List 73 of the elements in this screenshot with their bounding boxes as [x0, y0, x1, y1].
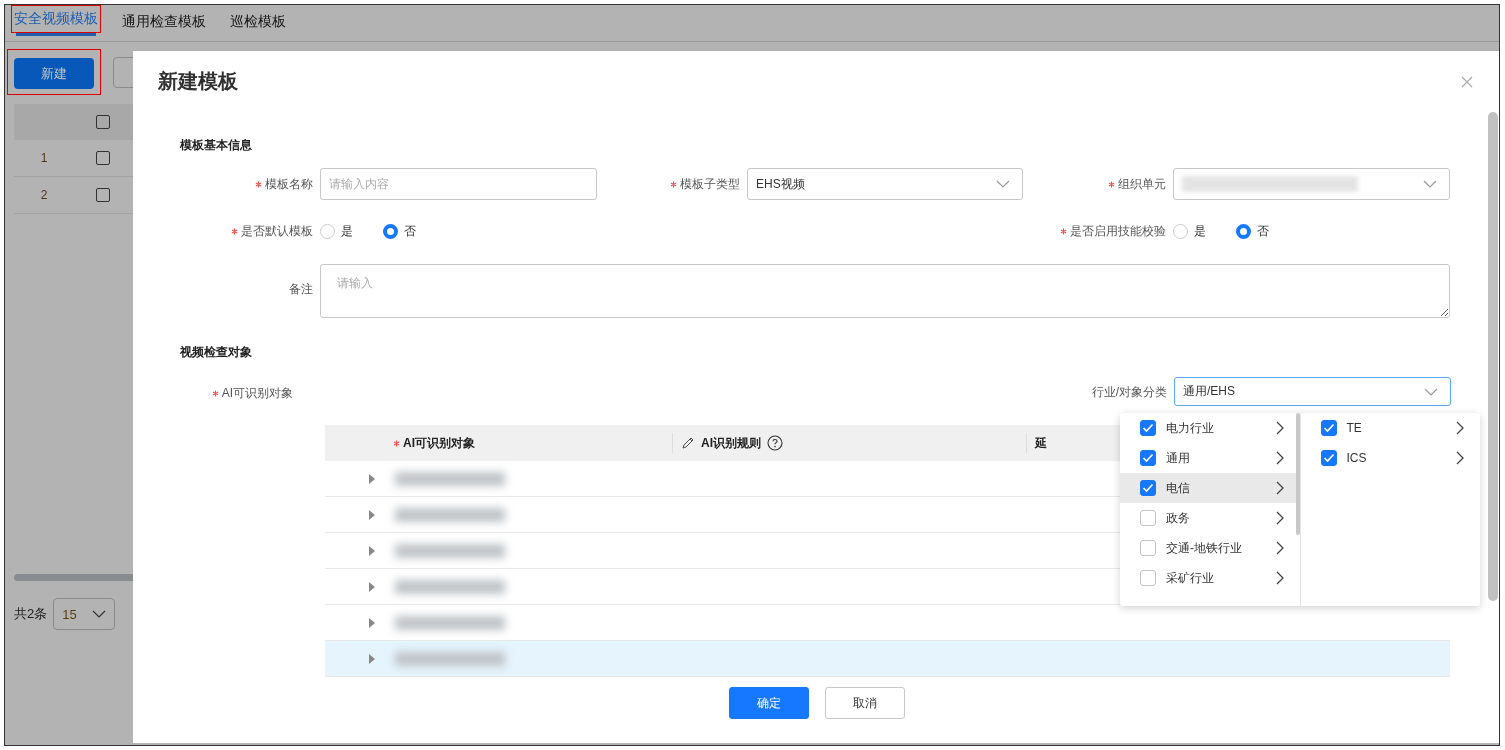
caret-right-icon — [367, 617, 377, 628]
checkbox[interactable] — [1320, 450, 1337, 466]
section-title: 模板基本信息 — [180, 137, 253, 153]
remark-text-area[interactable]: 请输入 — [320, 263, 1450, 318]
caret-right-icon — [367, 653, 377, 664]
chevron-down-icon — [92, 610, 107, 618]
menu-item[interactable]: 采矿行业 — [1120, 563, 1300, 593]
page-size-select[interactable]: 15 — [53, 598, 116, 630]
checkbox[interactable] — [1140, 420, 1156, 436]
menu-item[interactable]: 交通-地铁行业 — [1120, 533, 1300, 563]
new-button[interactable]: 新建 — [14, 58, 94, 89]
radio-label: 是 — [1194, 222, 1206, 240]
chevron-right-icon — [1275, 451, 1284, 465]
section-title: 视频检查对象 — [180, 344, 253, 360]
field-label: 是否启用技能校验 — [1070, 223, 1166, 238]
menu-item[interactable]: TE — [1300, 413, 1480, 443]
name-input-field[interactable]: 请输入内容 — [320, 168, 597, 200]
chevron-right-icon — [1456, 451, 1464, 465]
row-number: 2 — [39, 188, 49, 202]
caret-right-icon — [367, 509, 377, 520]
checkbox[interactable] — [96, 115, 110, 129]
table-row[interactable] — [325, 641, 1450, 677]
menu-scrollbar[interactable] — [1295, 413, 1300, 535]
cancel-button[interactable]: 取消 — [825, 687, 905, 719]
chevron-right-icon — [1275, 421, 1284, 435]
chevron-right-icon — [1275, 541, 1284, 555]
row-number: 1 — [39, 151, 49, 165]
chevron-right-icon — [1275, 511, 1284, 525]
tab[interactable]: 巡检模板 — [227, 5, 289, 44]
column-header: AI识别规则 — [701, 434, 761, 452]
checkbox[interactable] — [96, 151, 110, 165]
caret-right-icon — [367, 473, 377, 484]
menu-item[interactable]: 电力行业 — [1120, 413, 1300, 443]
category-select[interactable]: 通用/EHS — [1174, 377, 1451, 406]
chevron-right-icon — [1275, 571, 1284, 585]
subtype-select[interactable]: EHS视频 — [747, 168, 1023, 200]
chevron-down-icon — [996, 180, 1010, 188]
chevron-down-icon — [1424, 387, 1438, 396]
field-label: 组织单元 — [1118, 176, 1166, 191]
field-label: 模板名称 — [265, 176, 313, 191]
radio-label: 否 — [404, 222, 416, 240]
field-label: 模板子类型 — [680, 176, 740, 191]
help-icon — [767, 435, 783, 451]
checkbox[interactable] — [96, 188, 110, 202]
menu-item[interactable]: ICS — [1300, 443, 1480, 473]
confirm-button[interactable]: 确定 — [729, 687, 809, 719]
caret-right-icon — [367, 545, 377, 556]
field-label: 行业/对象分类 — [1091, 385, 1167, 399]
checkbox[interactable] — [1140, 480, 1156, 496]
radio-label: 否 — [1257, 222, 1269, 240]
chevron-right-icon — [1275, 481, 1284, 495]
radio-label: 是 — [341, 222, 353, 240]
radio-button[interactable] — [383, 223, 398, 239]
checkbox[interactable] — [1320, 420, 1337, 436]
menu-item[interactable]: 通用 — [1120, 443, 1300, 473]
checkbox[interactable] — [1140, 450, 1156, 466]
close-icon — [1461, 75, 1473, 88]
org-unit-select[interactable] — [1173, 168, 1450, 200]
field-label: 备注 — [289, 281, 313, 296]
caret-right-icon — [367, 581, 377, 592]
pencil-icon — [681, 436, 695, 450]
menu-item[interactable]: 政务 — [1120, 503, 1300, 533]
field-label: AI可识别对象 — [221, 386, 293, 400]
field-label: 是否默认模板 — [241, 223, 313, 238]
column-header: AI可识别对象 — [403, 434, 475, 452]
chevron-down-icon — [1423, 180, 1437, 188]
total-count: 共2条 — [14, 605, 48, 623]
vertical-scrollbar[interactable] — [1488, 112, 1498, 601]
radio-button[interactable] — [1236, 223, 1251, 239]
chevron-right-icon — [1456, 421, 1464, 435]
dialog-title: 新建模板 — [158, 69, 238, 94]
tab[interactable]: 通用检查模板 — [119, 5, 209, 44]
column-header: 延 — [1035, 434, 1047, 452]
